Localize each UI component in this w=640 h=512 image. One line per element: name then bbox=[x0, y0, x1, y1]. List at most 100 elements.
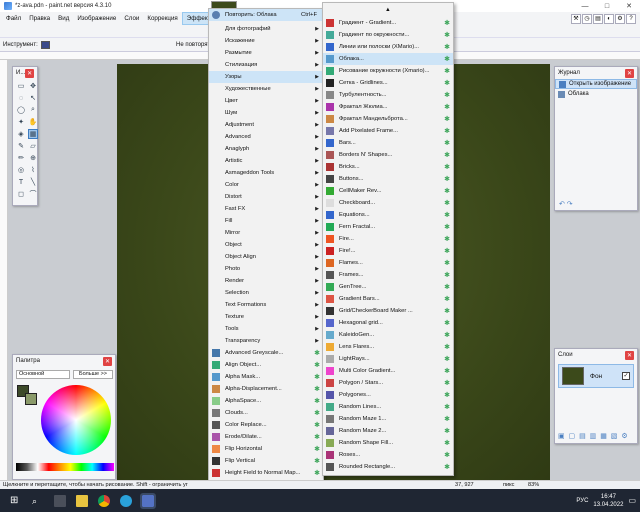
history-close-icon[interactable]: ✕ bbox=[625, 68, 634, 78]
patterns-menu-item[interactable]: Фрактал Жюлиа... ✱ bbox=[323, 101, 453, 113]
effects-menu-item[interactable]: Render ▶ bbox=[209, 275, 323, 287]
effects-menu-item[interactable]: Стилизация ▶ bbox=[209, 59, 323, 71]
layer-actions-bar[interactable]: ▣ ▢ ▤ ▥ ▦ ▧ ⚙ bbox=[558, 432, 629, 440]
patterns-menu-item[interactable]: Fire!... ✱ bbox=[323, 245, 453, 257]
tools-toggle-icon[interactable]: ⚒ bbox=[571, 13, 581, 24]
effects-menu-item[interactable]: Mirror ▶ bbox=[209, 227, 323, 239]
layer-row[interactable]: Фон ✓ bbox=[558, 364, 634, 388]
pen-icon[interactable]: ⌒ bbox=[28, 189, 38, 199]
language-indicator[interactable]: РУС bbox=[576, 498, 588, 504]
patterns-menu-item[interactable]: Grid/CheckerBoard Maker ... ✱ bbox=[323, 305, 453, 317]
effects-menu-item[interactable]: Artistic ▶ bbox=[209, 155, 323, 167]
effects-menu-item[interactable]: Texture ▶ bbox=[209, 311, 323, 323]
patterns-menu-item[interactable]: Flames... ✱ bbox=[323, 257, 453, 269]
effects-menu-item[interactable]: Alpha Mask... ✱ bbox=[209, 371, 323, 383]
patterns-menu-item[interactable]: Random Maze 2... ✱ bbox=[323, 425, 453, 437]
chrome-icon[interactable] bbox=[98, 494, 110, 507]
lasso-icon[interactable]: ◌ bbox=[16, 93, 26, 103]
effects-menu-item[interactable]: Шум ▶ bbox=[209, 107, 323, 119]
color-wheel[interactable] bbox=[41, 385, 111, 455]
repeat-effect-item[interactable]: Повторить: Облака Ctrl+F bbox=[209, 9, 323, 21]
paintnet-icon[interactable] bbox=[140, 492, 156, 509]
minimize-button[interactable]: — bbox=[574, 0, 596, 12]
search-icon[interactable]: ⌕ bbox=[32, 495, 44, 507]
effects-menu-item[interactable]: Для фотографий ▶ bbox=[209, 23, 323, 35]
effects-menu-item[interactable]: Anaglyph ▶ bbox=[209, 143, 323, 155]
move-selection-icon[interactable]: ↖ bbox=[28, 93, 38, 103]
effects-menu-item[interactable]: Alpha-Displacement... ✱ bbox=[209, 383, 323, 395]
telegram-icon[interactable] bbox=[120, 494, 132, 507]
current-tool-icon[interactable] bbox=[40, 40, 50, 49]
patterns-menu-item[interactable]: Borders N' Shapes... ✱ bbox=[323, 149, 453, 161]
picker-icon[interactable]: ⌇ bbox=[28, 165, 38, 175]
patterns-menu-item[interactable]: Fire... ✱ bbox=[323, 233, 453, 245]
clock[interactable]: 16:47 13.04.2022 bbox=[593, 493, 623, 509]
effects-menu-item[interactable]: Selection ▶ bbox=[209, 287, 323, 299]
patterns-menu-item[interactable]: Polygon / Stars... ✱ bbox=[323, 377, 453, 389]
units-select[interactable]: пикс bbox=[503, 482, 514, 488]
effects-menu-item[interactable]: Искажение ▶ bbox=[209, 35, 323, 47]
ellipse-select-icon[interactable]: ◯ bbox=[16, 105, 26, 115]
layer-visibility-checkbox[interactable]: ✓ bbox=[622, 372, 630, 380]
patterns-menu-item[interactable]: Bricks... ✱ bbox=[323, 161, 453, 173]
effects-menu-item[interactable]: Clouds... ✱ bbox=[209, 407, 323, 419]
close-window-button[interactable]: ✕ bbox=[618, 0, 640, 12]
effects-menu-item[interactable]: Цвет ▶ bbox=[209, 95, 323, 107]
patterns-menu-item[interactable]: Add Pixelated Frame... ✱ bbox=[323, 125, 453, 137]
palette-mode-select[interactable]: Основной bbox=[16, 370, 70, 379]
layers-close-icon[interactable]: ✕ bbox=[625, 350, 634, 360]
magic-wand-icon[interactable]: ✦ bbox=[16, 117, 26, 127]
line-icon[interactable]: ╲ bbox=[28, 177, 38, 187]
clone-icon[interactable]: ⊕ bbox=[28, 153, 38, 163]
patterns-menu-item[interactable]: Сетка - Gridlines... ✱ bbox=[323, 77, 453, 89]
effects-menu-item[interactable]: Height Field to Normal Map... ✱ bbox=[209, 467, 323, 479]
menu-image[interactable]: Изображение bbox=[73, 12, 120, 25]
menu-edit[interactable]: Правка bbox=[25, 12, 54, 25]
patterns-menu-item[interactable]: Checkboard... ✱ bbox=[323, 197, 453, 209]
patterns-menu-item[interactable]: Градиент - Gradient... ✱ bbox=[323, 17, 453, 29]
patterns-menu-item[interactable]: Frames... ✱ bbox=[323, 269, 453, 281]
patterns-menu-item[interactable]: Фрактал Мандельброта... ✱ bbox=[323, 113, 453, 125]
patterns-menu-item[interactable]: Random Shape Fill... ✱ bbox=[323, 437, 453, 449]
patterns-menu-item[interactable]: LightRays... ✱ bbox=[323, 353, 453, 365]
bucket-icon[interactable]: ◈ bbox=[16, 129, 26, 139]
rect-select-icon[interactable]: ▭ bbox=[16, 81, 26, 91]
effects-menu-item[interactable]: Adjustment ▶ bbox=[209, 119, 323, 131]
effects-menu-item[interactable]: AlphaSpace... ✱ bbox=[209, 395, 323, 407]
eraser-icon[interactable]: ▱ bbox=[28, 141, 38, 151]
history-item[interactable]: Открыть изображение bbox=[555, 79, 637, 89]
patterns-menu-item[interactable]: Gradient Bars... ✱ bbox=[323, 293, 453, 305]
effects-menu-item[interactable]: Photo ▶ bbox=[209, 263, 323, 275]
patterns-menu-item[interactable]: Bars... ✱ bbox=[323, 137, 453, 149]
patterns-menu-item[interactable]: GenTree... ✱ bbox=[323, 281, 453, 293]
undo-redo-icons[interactable]: ↶ ↷ bbox=[559, 200, 573, 208]
patterns-menu-item[interactable]: Multi Color Gradient... ✱ bbox=[323, 365, 453, 377]
maximize-button[interactable]: □ bbox=[596, 0, 618, 12]
text-icon[interactable]: T bbox=[16, 177, 26, 187]
patterns-menu-item[interactable]: Lens Flares... ✱ bbox=[323, 341, 453, 353]
patterns-menu-item[interactable]: CellMaker Rev... ✱ bbox=[323, 185, 453, 197]
effects-menu-item[interactable]: Художественные ▶ bbox=[209, 83, 323, 95]
effects-menu-item[interactable]: Asmageddon Tools ▶ bbox=[209, 167, 323, 179]
patterns-menu-item[interactable]: Buttons... ✱ bbox=[323, 173, 453, 185]
effects-menu-item[interactable]: Color ▶ bbox=[209, 179, 323, 191]
effects-menu-item[interactable]: Object Align ▶ bbox=[209, 251, 323, 263]
zoom-level[interactable]: 83% bbox=[528, 482, 539, 488]
patterns-menu-item[interactable]: Random Lines... ✱ bbox=[323, 401, 453, 413]
menu-adjustments[interactable]: Коррекция bbox=[143, 12, 181, 25]
pencil-icon[interactable]: ✏ bbox=[16, 153, 26, 163]
effects-menu-item[interactable]: Text Formations ▶ bbox=[209, 299, 323, 311]
gradient-icon[interactable]: ▦ bbox=[28, 129, 38, 139]
patterns-menu-item[interactable]: Линии или полоски (XMario)... ✱ bbox=[323, 41, 453, 53]
effects-menu-item[interactable]: Fast FX ▶ bbox=[209, 203, 323, 215]
effects-menu-item[interactable]: Tools ▶ bbox=[209, 323, 323, 335]
patterns-menu-item[interactable]: Rounded Rectangle... ✱ bbox=[323, 461, 453, 473]
effects-menu-item[interactable]: Размытие ▶ bbox=[209, 47, 323, 59]
effects-menu-item[interactable]: Узоры ▶ bbox=[209, 71, 323, 83]
colors-toggle-icon[interactable]: ◐ bbox=[604, 13, 614, 24]
explorer-icon[interactable] bbox=[76, 494, 88, 507]
history-item[interactable]: Облака bbox=[555, 89, 637, 99]
patterns-menu-item[interactable]: Fern Fractal... ✱ bbox=[323, 221, 453, 233]
effects-menu-item[interactable]: Erode/Dilate... ✱ bbox=[209, 431, 323, 443]
zoom-icon[interactable]: ⌕ bbox=[28, 105, 38, 115]
